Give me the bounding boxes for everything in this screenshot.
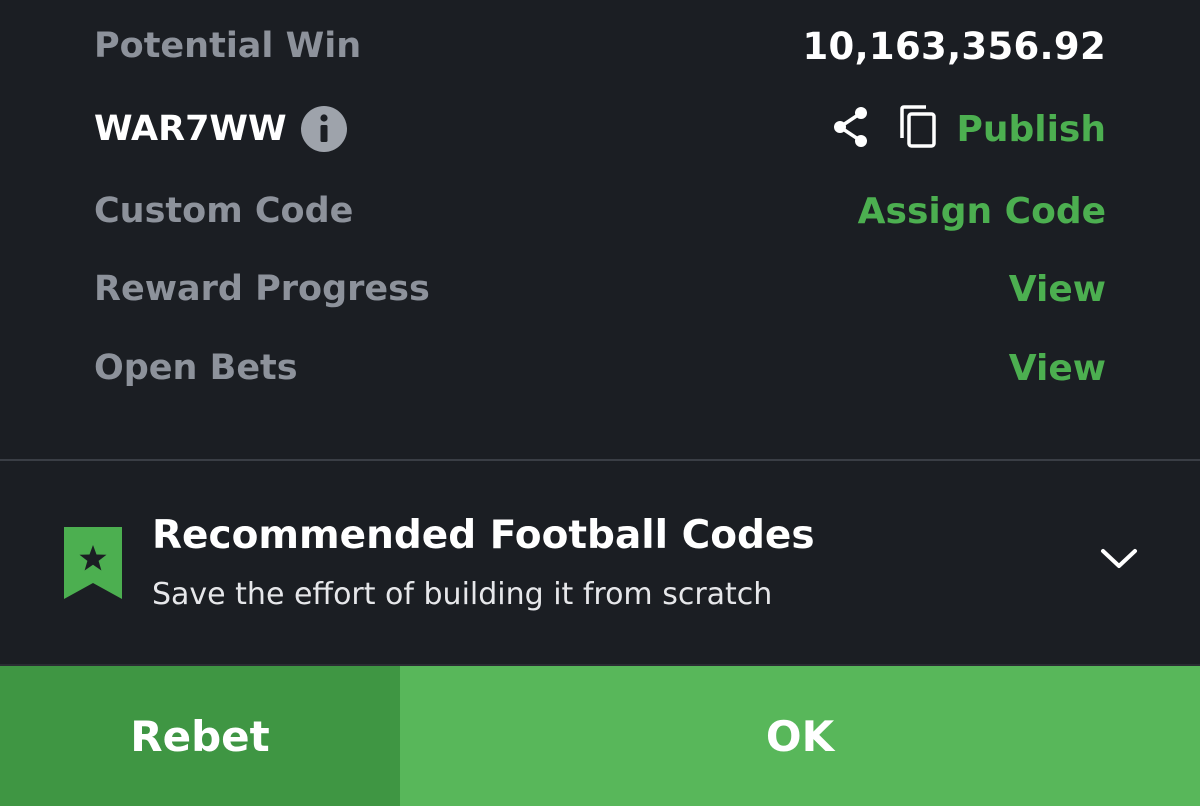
info-icon[interactable] [300,106,347,152]
code-actions: Publish [830,104,1106,154]
custom-code-label: Custom Code [94,191,354,231]
booking-code-group: WAR7WW [94,106,347,152]
rebet-label: Rebet [130,711,270,761]
recommended-codes-panel[interactable]: Recommended Football Codes Save the effo… [0,461,1200,664]
publish-link[interactable]: Publish [956,109,1106,150]
potential-win-label: Potential Win [94,26,362,66]
reward-progress-view-link[interactable]: View [1009,269,1106,310]
potential-win-value: 10,163,356.92 [802,24,1106,68]
chevron-down-icon[interactable] [1100,546,1138,576]
ok-label: OK [765,711,835,761]
bookmark-star-icon [64,527,122,603]
open-bets-view-link[interactable]: View [1009,348,1106,389]
assign-code-link[interactable]: Assign Code [858,191,1106,232]
rebet-button[interactable]: Rebet [0,666,400,806]
custom-code-row: Custom Code Assign Code [94,181,1106,241]
open-bets-row: Open Bets View [94,338,1106,398]
recommended-subtitle: Save the effort of building it from scra… [152,577,773,612]
share-icon[interactable] [830,104,872,154]
ok-button[interactable]: OK [400,666,1200,806]
open-bets-label: Open Bets [94,348,298,388]
booking-code: WAR7WW [94,109,287,149]
potential-win-row: Potential Win 10,163,356.92 [94,16,1106,76]
recommended-title: Recommended Football Codes [152,513,815,558]
booking-code-row: WAR7WW Publish [94,99,1106,159]
copy-icon[interactable] [898,104,938,154]
reward-progress-row: Reward Progress View [94,259,1106,319]
reward-progress-label: Reward Progress [94,269,430,309]
